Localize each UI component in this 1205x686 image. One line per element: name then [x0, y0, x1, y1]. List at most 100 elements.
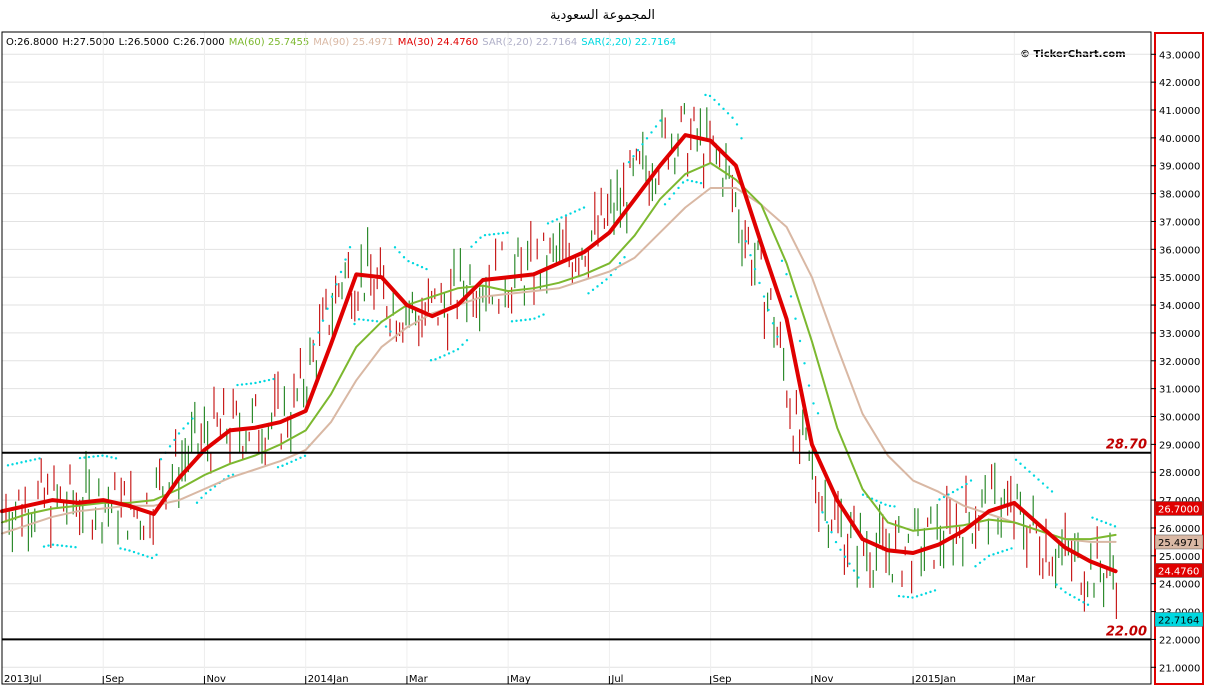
sar-dot [762, 295, 766, 298]
sar-dot [758, 281, 761, 285]
sar-dot [1010, 547, 1013, 550]
sar-dot [20, 461, 23, 464]
sar-dot [123, 548, 127, 551]
sar-dot [627, 160, 631, 164]
x-tick-label: May [510, 674, 531, 685]
sar-dot [992, 553, 995, 556]
sar-dot [375, 320, 379, 323]
y-tick-label: 35.0000 [1159, 273, 1200, 284]
sar-dot [560, 216, 563, 219]
sar-dot [6, 464, 10, 467]
sar-dot [542, 313, 545, 316]
sar-dot [474, 240, 478, 244]
x-axis: 2013Jul Sep Nov 2014Jan Mar May Jul Sep Nov 2015J… [1, 674, 1036, 685]
sar-dot [281, 464, 284, 467]
sar-dot [933, 589, 937, 592]
sar-dot [969, 479, 973, 482]
gridlines [1, 32, 1151, 684]
sar-dot [411, 261, 415, 265]
sar-dot [825, 521, 829, 524]
sar-dot [1095, 518, 1099, 521]
plot-frame [1, 31, 1204, 685]
sar-dot [906, 595, 910, 599]
sar-dot [776, 335, 779, 338]
sar-dot [929, 590, 932, 594]
sar-dot [677, 186, 680, 190]
sar-dot [348, 246, 352, 249]
x-tick-label: 2015Jan [915, 674, 956, 685]
sar-dot [1082, 601, 1085, 604]
sar-dot [650, 131, 653, 134]
sar-dot [623, 256, 626, 259]
y-tick-label: 40.0000 [1159, 134, 1200, 145]
sar-dot [321, 319, 325, 322]
sar-dot [920, 593, 923, 597]
sar-dot [578, 208, 581, 211]
sar-dot [537, 315, 541, 318]
sar-dot [848, 562, 851, 565]
sar-dot [461, 343, 464, 346]
sar-dot [722, 107, 725, 111]
sar-dot [344, 258, 347, 261]
sar-dot [447, 352, 451, 355]
sar-dot [452, 350, 455, 353]
sar-dot [704, 93, 707, 97]
sar-dot [182, 427, 185, 430]
sar-dot [47, 544, 50, 547]
sar-dot [947, 493, 950, 496]
sar-dot [339, 270, 343, 274]
y-tick-label: 26.0000 [1159, 524, 1200, 535]
sar-dot [1037, 478, 1040, 481]
sar-dot [434, 358, 437, 361]
x-tick-label: Nov [206, 674, 226, 685]
sar-dot [56, 544, 59, 547]
sar-dot [366, 319, 370, 322]
sar-dot [429, 359, 433, 362]
x-tick-label: Mar [1016, 674, 1036, 685]
sar-dot [492, 232, 496, 236]
sar-dot [11, 463, 14, 466]
sar-dot [470, 245, 473, 248]
sar-dot [834, 540, 838, 544]
sar-dot [587, 292, 590, 295]
sar-dot [299, 456, 302, 460]
sar-dot [263, 379, 266, 383]
sar-dot [110, 456, 113, 459]
sar-dot [173, 438, 176, 442]
sar-dot [609, 273, 613, 277]
sar-dot [852, 569, 856, 572]
sar-dot [353, 322, 356, 326]
sar-dot [965, 482, 968, 486]
sar-dot [146, 555, 149, 558]
sar-dot [1077, 598, 1081, 601]
sar-dot [330, 295, 334, 298]
sar-dot [794, 317, 797, 320]
sar-dot [888, 504, 892, 508]
sar-dot [407, 259, 410, 263]
y-tick-label: 22.0000 [1159, 635, 1200, 646]
sar-dot [204, 492, 208, 495]
y-axis: 21.000022.000023.000024.000025.000026.00… [1151, 50, 1200, 674]
sar-dot [663, 203, 667, 206]
sar-dot [1073, 596, 1076, 599]
sar-dot [402, 256, 406, 259]
horizontal-levels: 28.70 22.00 [2, 438, 1151, 641]
y-tick-label: 25.0000 [1159, 552, 1200, 563]
sar-dot [708, 94, 712, 98]
sar-dot [132, 550, 136, 554]
sar-dot [753, 267, 757, 271]
sar-dot [479, 236, 482, 239]
sar-dot [384, 325, 388, 328]
x-tick-label: Nov [814, 674, 834, 685]
sar-dot [546, 222, 550, 225]
sar-dot [731, 116, 734, 119]
sar-dot [533, 317, 536, 320]
sar-dot [1050, 490, 1054, 493]
sar-dot [596, 285, 599, 288]
sar-dot [119, 547, 122, 550]
sar-dot [690, 179, 694, 183]
sar-dot [996, 551, 1000, 555]
x-tick-label: Sep [105, 674, 124, 685]
sar-dot [740, 137, 743, 140]
sar-dot [15, 462, 19, 465]
